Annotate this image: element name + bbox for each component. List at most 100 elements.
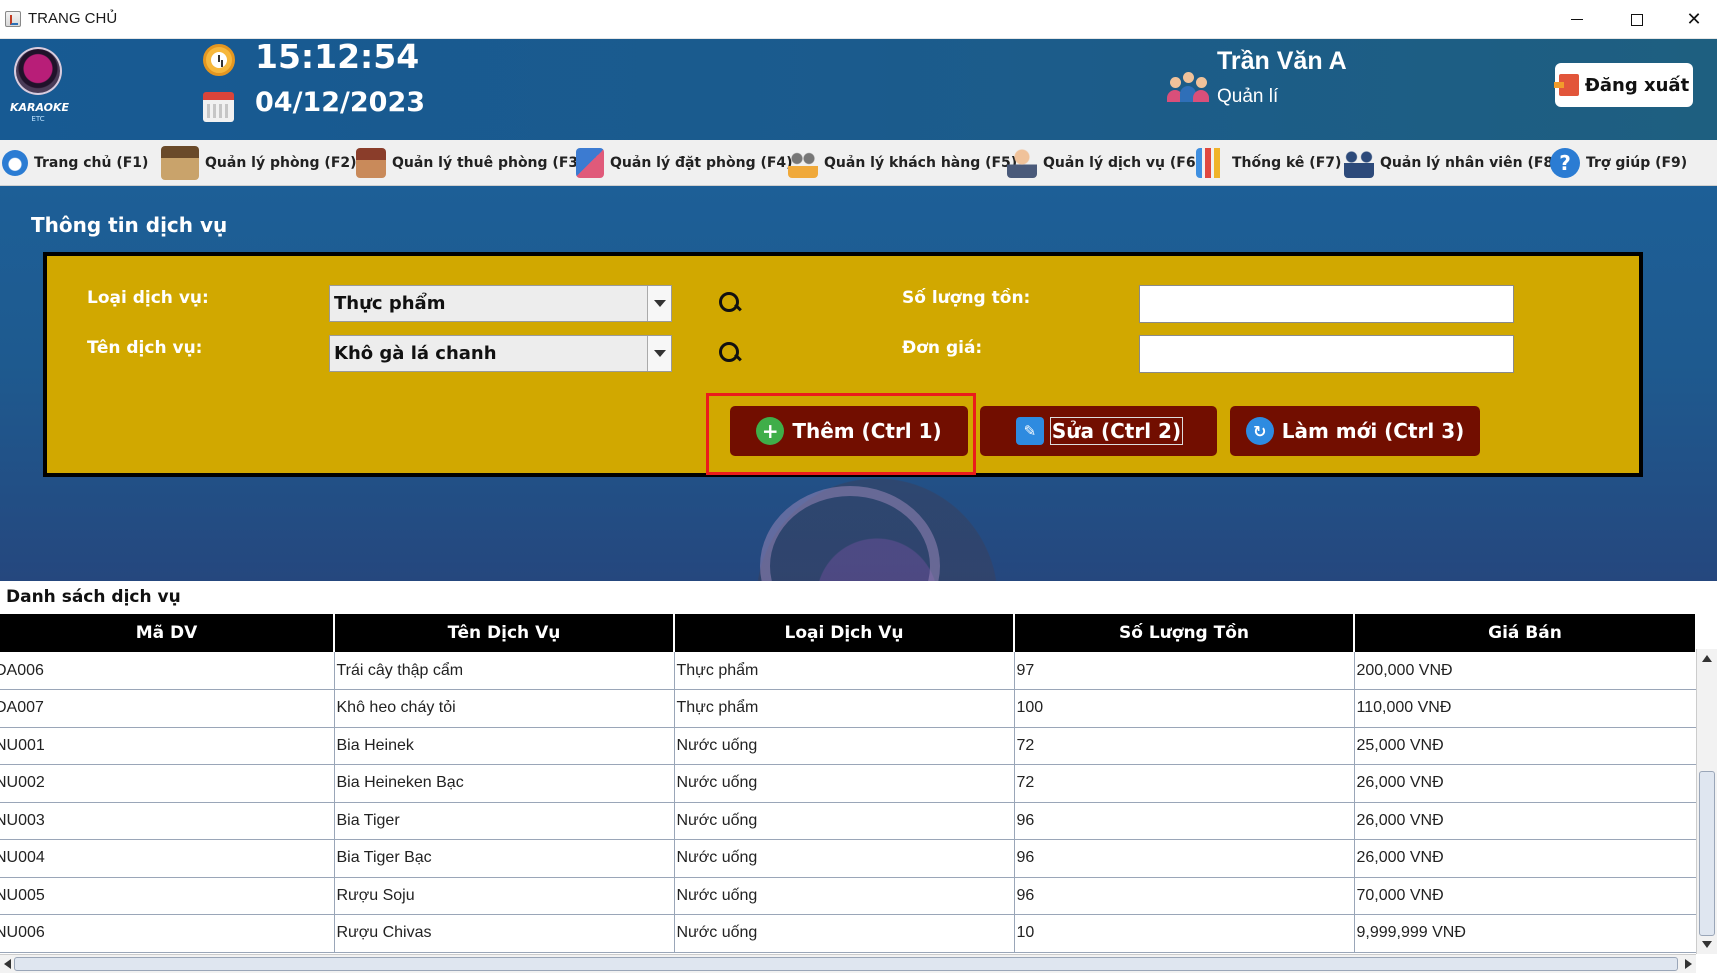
cell-type: Nước uống xyxy=(674,727,1015,765)
java-app-icon xyxy=(5,11,21,27)
service-type-combobox[interactable]: Thực phẩm xyxy=(329,285,672,322)
cell-stock: 97 xyxy=(1014,652,1355,690)
cell-type: Nước uống xyxy=(674,914,1015,953)
menu-statistics-label: Thống kê (F7) xyxy=(1232,155,1342,171)
table-horizontal-scrollbar[interactable] xyxy=(0,954,1696,973)
minimize-icon xyxy=(1571,19,1583,20)
column-header-code[interactable]: Mã DV xyxy=(0,614,335,652)
menu-customers[interactable]: Quản lý khách hàng (F5) xyxy=(788,140,1017,186)
cell-price: 26,000 VNĐ xyxy=(1354,764,1696,803)
user-name: Trần Văn A xyxy=(1217,47,1347,75)
cell-name: Bia Tiger Bạc xyxy=(334,839,675,878)
edit-icon: ✎ xyxy=(1015,417,1044,445)
table-row[interactable]: NU001 Bia Heinek Nước uống 72 25,000 VNĐ xyxy=(0,727,1696,765)
rent-room-icon xyxy=(356,148,386,178)
service-name-label: Tên dịch vụ: xyxy=(87,338,203,358)
column-header-price[interactable]: Giá Bán xyxy=(1354,614,1696,652)
stock-field[interactable] xyxy=(1139,285,1514,323)
table-vertical-scrollbar[interactable] xyxy=(1696,649,1717,954)
close-button[interactable]: ✕ xyxy=(1665,0,1717,39)
cell-type: Thực phẩm xyxy=(674,689,1015,728)
chevron-down-icon[interactable] xyxy=(647,336,671,371)
table-row[interactable]: NU006 Rượu Chivas Nước uống 10 9,999,999… xyxy=(0,914,1696,953)
logout-door-icon xyxy=(1553,74,1579,96)
service-type-value: Thực phẩm xyxy=(334,293,446,314)
logo-disc-icon xyxy=(14,47,62,95)
table-row[interactable]: DA007 Khô heo cháy tỏi Thực phẩm 100 110… xyxy=(0,689,1696,728)
table-row[interactable]: DA006 Trái cây thập cẩm Thực phẩm 97 200… xyxy=(0,652,1696,690)
price-label: Đơn giá: xyxy=(902,338,983,358)
cell-code: NU001 xyxy=(0,727,335,765)
cell-code: DA006 xyxy=(0,652,335,690)
menu-help-label: Trợ giúp (F9) xyxy=(1586,155,1688,171)
scroll-up-icon[interactable] xyxy=(1702,655,1712,662)
cell-type: Nước uống xyxy=(674,802,1015,840)
logo-subtext: ETC xyxy=(31,115,45,123)
service-name-combobox[interactable]: Khô gà lá chanh xyxy=(329,335,672,372)
column-header-name[interactable]: Tên Dịch Vụ xyxy=(334,614,675,652)
logout-button[interactable]: Đăng xuất xyxy=(1553,63,1693,107)
bar-chart-icon xyxy=(1196,148,1226,178)
menu-rooms-label: Quản lý phòng (F2) xyxy=(205,155,357,171)
maximize-button[interactable] xyxy=(1608,0,1666,39)
menu-rent-room[interactable]: Quản lý thuê phòng (F3) xyxy=(356,140,585,186)
price-field[interactable] xyxy=(1139,335,1514,373)
employees-icon xyxy=(1344,148,1374,178)
table-row[interactable]: NU004 Bia Tiger Bạc Nước uống 96 26,000 … xyxy=(0,839,1696,878)
menu-home[interactable]: Trang chủ (F1) xyxy=(2,140,148,186)
logo-text: KARAOKE xyxy=(10,101,70,114)
cell-code: NU006 xyxy=(0,914,335,953)
cell-name: Bia Tiger xyxy=(334,802,675,840)
cell-name: Bia Heinek xyxy=(334,727,675,765)
menu-statistics[interactable]: Thống kê (F7) xyxy=(1196,140,1341,186)
edit-button[interactable]: ✎ Sửa (Ctrl 2) xyxy=(980,406,1217,456)
app-header: KARAOKE ETC 15:12:54 04/12/2023 Trần Văn… xyxy=(0,37,1717,140)
refresh-button[interactable]: ↻ Làm mới (Ctrl 3) xyxy=(1230,406,1480,456)
refresh-button-label: Làm mới (Ctrl 3) xyxy=(1281,419,1465,443)
table-row[interactable]: NU003 Bia Tiger Nước uống 96 26,000 VNĐ xyxy=(0,802,1696,840)
customers-icon xyxy=(788,148,818,178)
cell-code: NU003 xyxy=(0,802,335,840)
cell-code: NU004 xyxy=(0,839,335,878)
service-name-value: Khô gà lá chanh xyxy=(334,343,497,364)
table-header-row: Mã DV Tên Dịch Vụ Loại Dịch Vụ Số Lượng … xyxy=(0,614,1696,652)
add-button-highlight xyxy=(706,393,976,475)
menu-employees[interactable]: Quản lý nhân viên (F8) xyxy=(1344,140,1560,186)
section-title: Thông tin dịch vụ xyxy=(31,213,228,237)
menu-help[interactable]: ? Trợ giúp (F9) xyxy=(1550,140,1687,186)
menu-booking[interactable]: Quản lý đặt phòng (F4) xyxy=(576,140,793,186)
cell-code: DA007 xyxy=(0,689,335,728)
logout-label: Đăng xuất xyxy=(1584,74,1690,96)
menu-rooms[interactable]: Quản lý phòng (F2) xyxy=(161,140,357,186)
vertical-scroll-thumb[interactable] xyxy=(1699,771,1715,936)
table-row[interactable]: NU002 Bia Heineken Bạc Nước uống 72 26,0… xyxy=(0,764,1696,803)
service-staff-icon xyxy=(1007,148,1037,178)
cell-stock: 96 xyxy=(1014,839,1355,878)
current-time: 15:12:54 xyxy=(255,37,420,76)
search-icon[interactable] xyxy=(717,290,743,316)
stock-label: Số lượng tồn: xyxy=(902,288,1031,308)
column-header-stock[interactable]: Số Lượng Tồn xyxy=(1014,614,1355,652)
main-menu-bar: Trang chủ (F1) Quản lý phòng (F2) Quản l… xyxy=(0,140,1717,186)
cell-name: Trái cây thập cẩm xyxy=(334,652,675,690)
cell-stock: 10 xyxy=(1014,914,1355,953)
horizontal-scroll-thumb[interactable] xyxy=(14,957,1678,971)
search-icon[interactable] xyxy=(717,340,743,366)
user-role: Quản lí xyxy=(1217,86,1279,107)
cell-code: NU002 xyxy=(0,764,335,803)
refresh-icon: ↻ xyxy=(1245,417,1274,445)
scroll-right-icon[interactable] xyxy=(1685,959,1692,969)
menu-services[interactable]: Quản lý dịch vụ (F6) xyxy=(1007,140,1202,186)
chevron-down-icon[interactable] xyxy=(647,286,671,321)
cell-code: NU005 xyxy=(0,877,335,915)
table-row[interactable]: NU005 Rượu Soju Nước uống 96 70,000 VNĐ xyxy=(0,877,1696,915)
menu-employees-label: Quản lý nhân viên (F8) xyxy=(1380,155,1560,171)
cell-stock: 96 xyxy=(1014,877,1355,915)
scroll-left-icon[interactable] xyxy=(4,959,11,969)
column-header-type[interactable]: Loại Dịch Vụ xyxy=(674,614,1015,652)
service-type-label: Loại dịch vụ: xyxy=(87,288,209,308)
minimize-button[interactable] xyxy=(1548,0,1606,39)
karaoke-logo: KARAOKE ETC xyxy=(10,47,70,127)
window-title: TRANG CHỦ xyxy=(28,10,118,27)
scroll-down-icon[interactable] xyxy=(1702,941,1712,948)
